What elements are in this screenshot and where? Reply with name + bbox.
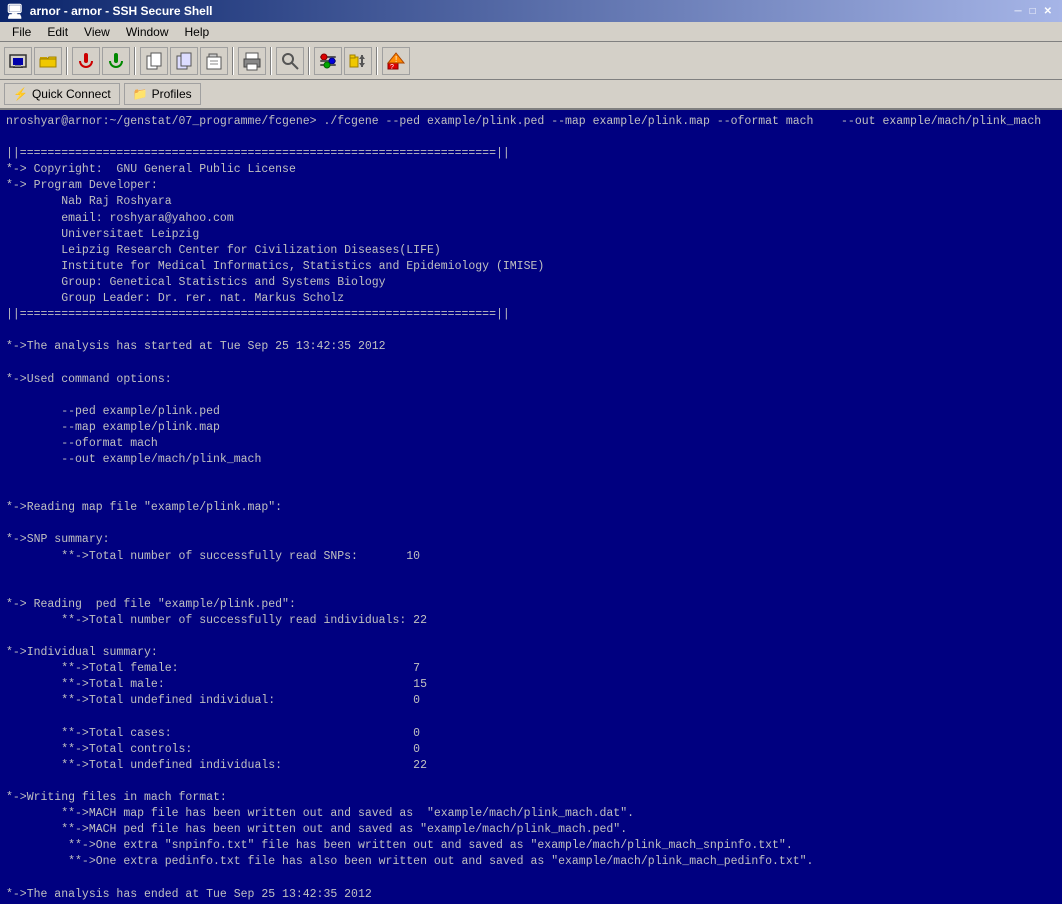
open-button[interactable]	[34, 47, 62, 75]
sftp-button[interactable]	[344, 47, 372, 75]
search-button[interactable]	[276, 47, 304, 75]
title-bar-icon: 🖥	[6, 3, 24, 20]
menu-view[interactable]: View	[76, 23, 118, 41]
window-close[interactable]: ✕	[1044, 6, 1052, 17]
toolbar-copy2[interactable]	[170, 47, 198, 75]
disconnect-button[interactable]	[72, 47, 100, 75]
toolbar: ? !	[0, 42, 1062, 80]
profiles-label: Profiles	[152, 87, 192, 101]
terminal[interactable]: nroshyar@arnor:~/genstat/07_programme/fc…	[0, 110, 1062, 904]
title-bar-text: arnor - arnor - SSH Secure Shell	[30, 4, 213, 18]
reconnect-button[interactable]	[102, 47, 130, 75]
menu-help[interactable]: Help	[177, 23, 218, 41]
settings1-button[interactable]	[314, 47, 342, 75]
menu-file[interactable]: File	[4, 23, 39, 41]
quick-connect-button[interactable]: ⚡ Quick Connect	[4, 83, 120, 105]
menu-window[interactable]: Window	[118, 23, 177, 41]
sep3	[232, 47, 234, 75]
window-maximize[interactable]: □	[1030, 6, 1036, 17]
profiles-button[interactable]: 📁 Profiles	[124, 83, 201, 105]
print-button[interactable]	[238, 47, 266, 75]
menu-bar: File Edit View Window Help	[0, 22, 1062, 42]
sep5	[308, 47, 310, 75]
sep1	[66, 47, 68, 75]
svg-text:!: !	[395, 55, 397, 64]
svg-text:?: ?	[390, 64, 394, 71]
quickbar: ⚡ Quick Connect 📁 Profiles	[0, 80, 1062, 110]
window-minimize[interactable]: ─	[1014, 6, 1021, 17]
profiles-icon: 📁	[133, 87, 148, 101]
toolbar-paste[interactable]	[200, 47, 228, 75]
sep4	[270, 47, 272, 75]
help-button[interactable]: ? !	[382, 47, 410, 75]
quick-connect-label: Quick Connect	[32, 87, 111, 101]
new-connection-button[interactable]	[4, 47, 32, 75]
toolbar-copy1[interactable]	[140, 47, 168, 75]
menu-edit[interactable]: Edit	[39, 23, 76, 41]
sep6	[376, 47, 378, 75]
sep2	[134, 47, 136, 75]
quick-connect-icon: ⚡	[13, 87, 28, 101]
title-bar: 🖥 arnor - arnor - SSH Secure Shell ─ □ ✕	[0, 0, 1062, 22]
